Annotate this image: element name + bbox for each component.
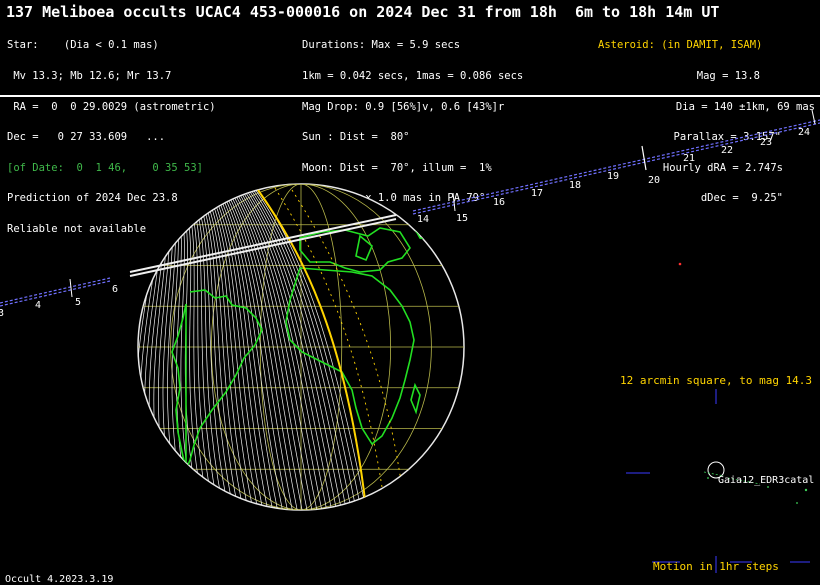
hour-tick	[641, 145, 647, 171]
hour-label: 6	[112, 284, 118, 295]
page-title: 137 Meliboea occults UCAC4 453-000016 on…	[6, 3, 720, 21]
hour-label: 21	[683, 153, 695, 164]
hour-label: 4	[35, 300, 41, 311]
star-label: Gaia12_EDR3catal	[718, 475, 815, 486]
hour-label: 17	[531, 188, 543, 199]
track-segment-east	[412, 122, 820, 215]
red-marker	[678, 262, 682, 266]
hour-label: 20	[648, 175, 660, 186]
chart-star	[796, 502, 798, 504]
earth-globe	[137, 183, 465, 511]
chart-star	[767, 486, 769, 488]
star-chart-caption: 12 arcmin square, to mag 14.3	[620, 374, 813, 387]
star-info-line: Mv 13.3; Mb 12.6; Mr 13.7	[7, 70, 172, 82]
hour-label: 5	[75, 297, 81, 308]
track-segment-east	[412, 119, 820, 212]
event-info-line: 1km = 0.042 secs, 1mas = 0.086 secs	[302, 70, 524, 82]
hour-label: 24	[798, 127, 810, 138]
chart-star	[804, 488, 808, 492]
chart-star	[707, 477, 709, 479]
footer-version: Occult 4.2023.3.19	[5, 574, 114, 585]
star-info-line: Star: (Dia < 0.1 mas)	[7, 39, 159, 52]
track-segment-west	[0, 280, 111, 307]
track-segment-west	[0, 277, 111, 304]
motion-label: Motion in 1hr steps	[653, 560, 779, 573]
hour-label: 14	[417, 214, 429, 225]
hour-label: 3	[0, 308, 4, 319]
asteroid-info-line: Mag = 13.8	[696, 70, 760, 82]
hour-label: 19	[607, 171, 619, 182]
asteroid-info-line: Asteroid: (in DAMIT, ISAM)	[598, 39, 763, 52]
event-info-line: Durations: Max = 5.9 secs	[302, 39, 461, 52]
hour-label: 16	[493, 197, 505, 208]
hour-label: 18	[569, 180, 581, 191]
hour-label: 15	[456, 213, 468, 224]
occultation-map: 3 4 5 6 14 15 16 17 18 19 20 21 22 23 24	[0, 109, 820, 573]
hour-label: 23	[760, 137, 772, 148]
hour-label: 22	[721, 145, 733, 156]
hour-tick	[69, 278, 73, 298]
